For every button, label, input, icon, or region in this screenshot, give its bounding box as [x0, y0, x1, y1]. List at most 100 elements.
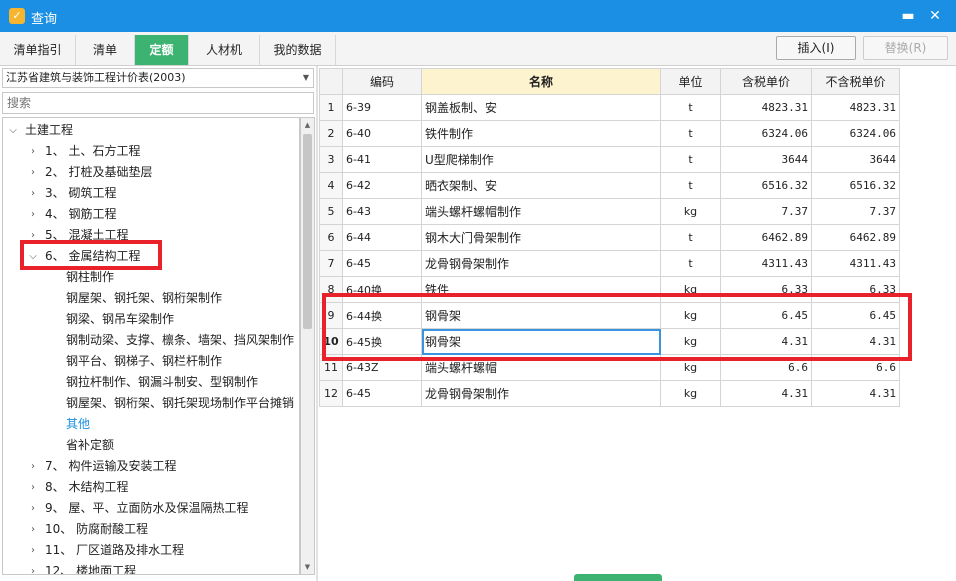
cell-price-tax[interactable]: 3644 [720, 146, 812, 173]
cell-unit[interactable]: kg [660, 198, 721, 225]
chevron-right-icon[interactable]: › [27, 456, 39, 477]
tree-item[interactable]: 省补定额 [3, 435, 299, 456]
chevron-right-icon[interactable]: › [27, 141, 39, 162]
cell-price-notax[interactable]: 6.45 [811, 302, 900, 329]
tree-item-other[interactable]: 其他 [3, 414, 299, 435]
cell-name[interactable]: 钢骨架 [421, 328, 661, 355]
tree-scrollbar[interactable]: ▲ ▼ [300, 117, 315, 575]
chevron-right-icon[interactable]: › [27, 162, 39, 183]
table-row[interactable]: 4 6-42 晒衣架制、安 t 6516.32 6516.32 [319, 172, 900, 199]
table-row[interactable]: 2 6-40 铁件制作 t 6324.06 6324.06 [319, 120, 900, 147]
row-index[interactable]: 7 [319, 250, 343, 277]
tree-item[interactable]: › 12、 楼地面工程 [3, 561, 299, 574]
cell-code[interactable]: 6-44 [342, 224, 422, 251]
row-index[interactable]: 5 [319, 198, 343, 225]
table-row[interactable]: 8 6-40换 铁件 kg 6.33 6.33 [319, 276, 900, 303]
cell-price-notax[interactable]: 6324.06 [811, 120, 900, 147]
cell-code[interactable]: 6-45换 [342, 328, 422, 355]
tree-item-metal-structure[interactable]: ⌵ 6、 金属结构工程 [3, 246, 299, 267]
chevron-right-icon[interactable]: › [27, 519, 39, 540]
tree-item[interactable]: › 9、 屋、平、立面防水及保温隔热工程 [3, 498, 299, 519]
cell-code[interactable]: 6-43 [342, 198, 422, 225]
library-select[interactable]: 江苏省建筑与装饰工程计价表(2003) ▼ [2, 68, 314, 88]
cell-name[interactable]: 龙骨钢骨架制作 [421, 250, 661, 277]
close-icon[interactable]: ✕ [925, 6, 945, 26]
cell-price-tax[interactable]: 6462.89 [720, 224, 812, 251]
tab-bill[interactable]: 清单 [76, 35, 135, 65]
cell-unit[interactable]: kg [660, 380, 721, 407]
cell-name[interactable]: 钢木大门骨架制作 [421, 224, 661, 251]
cell-unit[interactable]: t [660, 224, 721, 251]
cell-code[interactable]: 6-45 [342, 250, 422, 277]
tree-item[interactable]: › 1、 土、石方工程 [3, 141, 299, 162]
search-input[interactable] [3, 93, 313, 113]
row-index[interactable]: 1 [319, 94, 343, 121]
tree-item[interactable]: › 5、 混凝土工程 [3, 225, 299, 246]
row-index[interactable]: 12 [319, 380, 343, 407]
tree-item[interactable]: › 11、 厂区道路及排水工程 [3, 540, 299, 561]
tree-item[interactable]: 钢屋架、钢托架、钢桁架制作 [3, 288, 299, 309]
column-header-code[interactable]: 编码 [342, 68, 422, 95]
table-row[interactable]: 6 6-44 钢木大门骨架制作 t 6462.89 6462.89 [319, 224, 900, 251]
cell-code[interactable]: 6-42 [342, 172, 422, 199]
cell-price-tax[interactable]: 6.45 [720, 302, 812, 329]
tree-item[interactable]: › 4、 钢筋工程 [3, 204, 299, 225]
search-field[interactable] [2, 92, 314, 114]
cell-price-notax[interactable]: 6516.32 [811, 172, 900, 199]
cell-price-notax[interactable]: 6.33 [811, 276, 900, 303]
tree-item-root[interactable]: ⌵ 土建工程 [3, 120, 299, 141]
table-row[interactable]: 5 6-43 端头螺杆螺帽制作 kg 7.37 7.37 [319, 198, 900, 225]
tab-quota[interactable]: 定额 [135, 35, 189, 65]
cell-price-tax[interactable]: 4823.31 [720, 94, 812, 121]
row-index[interactable]: 10 [319, 328, 343, 355]
cell-code[interactable]: 6-40换 [342, 276, 422, 303]
cell-name[interactable]: 铁件 [421, 276, 661, 303]
column-header-price-notax[interactable]: 不含税单价 [811, 68, 900, 95]
table-row[interactable]: 3 6-41 U型爬梯制作 t 3644 3644 [319, 146, 900, 173]
chevron-right-icon[interactable]: › [27, 225, 39, 246]
table-row[interactable]: 11 6-43Z 端头螺杆螺帽 kg 6.6 6.6 [319, 354, 900, 381]
cell-name[interactable]: 钢盖板制、安 [421, 94, 661, 121]
chevron-right-icon[interactable]: › [27, 561, 39, 574]
scroll-down-icon[interactable]: ▼ [301, 560, 314, 574]
column-header-name[interactable]: 名称 [421, 68, 661, 95]
tree-item[interactable]: › 8、 木结构工程 [3, 477, 299, 498]
table-row[interactable]: 1 6-39 钢盖板制、安 t 4823.31 4823.31 [319, 94, 900, 121]
cell-price-notax[interactable]: 4.31 [811, 328, 900, 355]
row-index[interactable]: 2 [319, 120, 343, 147]
chevron-right-icon[interactable]: › [27, 498, 39, 519]
row-index[interactable]: 6 [319, 224, 343, 251]
cell-code[interactable]: 6-43Z [342, 354, 422, 381]
cell-code[interactable]: 6-44换 [342, 302, 422, 329]
cell-price-tax[interactable]: 6324.06 [720, 120, 812, 147]
tab-my-data[interactable]: 我的数据 [260, 35, 336, 65]
cell-name[interactable]: U型爬梯制作 [421, 146, 661, 173]
row-index[interactable]: 11 [319, 354, 343, 381]
cell-name[interactable]: 端头螺杆螺帽 [421, 354, 661, 381]
tab-bill-guide[interactable]: 清单指引 [0, 35, 76, 65]
tree-item[interactable]: 钢拉杆制作、钢漏斗制安、型钢制作 [3, 372, 299, 393]
cell-code[interactable]: 6-40 [342, 120, 422, 147]
tree-item[interactable]: 钢制动梁、支撑、檩条、墙架、挡风架制作 [3, 330, 299, 351]
tree-item[interactable]: › 2、 打桩及基础垫层 [3, 162, 299, 183]
cell-price-notax[interactable]: 3644 [811, 146, 900, 173]
cell-price-tax[interactable]: 7.37 [720, 198, 812, 225]
cell-price-tax[interactable]: 6.6 [720, 354, 812, 381]
cell-unit[interactable]: kg [660, 328, 721, 355]
table-row[interactable]: 9 6-44换 钢骨架 kg 6.45 6.45 [319, 302, 900, 329]
cell-code[interactable]: 6-39 [342, 94, 422, 121]
cell-name[interactable]: 铁件制作 [421, 120, 661, 147]
cell-price-tax[interactable]: 4.31 [720, 328, 812, 355]
cell-name[interactable]: 龙骨钢骨架制作 [421, 380, 661, 407]
cell-unit[interactable]: t [660, 94, 721, 121]
tree-item[interactable]: 钢柱制作 [3, 267, 299, 288]
bottom-handle[interactable] [574, 574, 662, 581]
cell-name[interactable]: 端头螺杆螺帽制作 [421, 198, 661, 225]
cell-unit[interactable]: t [660, 120, 721, 147]
cell-code[interactable]: 6-45 [342, 380, 422, 407]
insert-button[interactable]: 插入(I) [776, 36, 856, 60]
cell-price-tax[interactable]: 6516.32 [720, 172, 812, 199]
cell-price-notax[interactable]: 4.31 [811, 380, 900, 407]
cell-price-notax[interactable]: 4311.43 [811, 250, 900, 277]
chevron-down-icon[interactable]: ⌵ [27, 246, 39, 267]
